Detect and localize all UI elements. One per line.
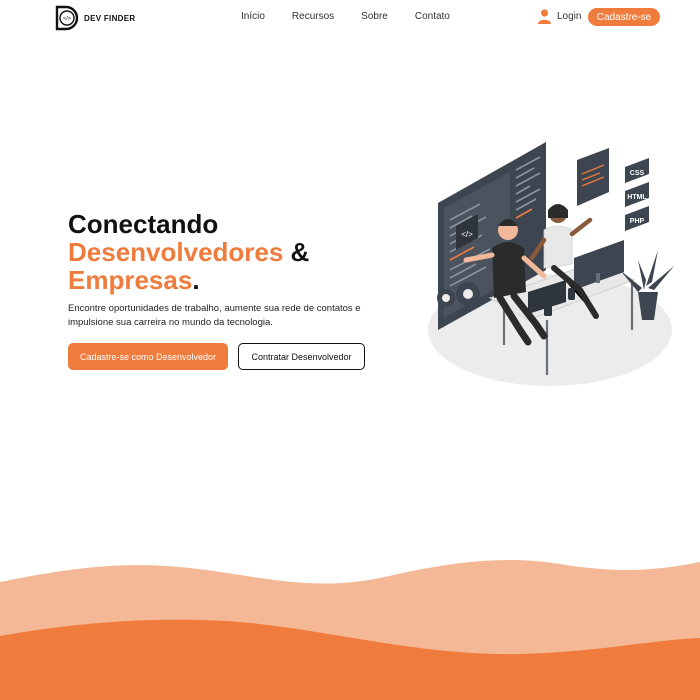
- hero-title-period: .: [192, 265, 200, 295]
- hero-title-line1: Conectando: [68, 209, 219, 239]
- mug: [544, 306, 552, 316]
- floating-screen: [577, 148, 609, 206]
- hero-title: Conectando Desenvolvedores & Empresas.: [68, 210, 418, 294]
- login-link[interactable]: Login: [538, 9, 581, 24]
- brand-name: DEV FINDER: [84, 13, 136, 23]
- hire-developer-button[interactable]: Contratar Desenvolvedor: [238, 343, 365, 370]
- user-icon: [538, 9, 551, 24]
- footer-waves: [0, 559, 700, 700]
- main-nav: Início Recursos Sobre Contato: [241, 11, 477, 22]
- nav-item-contato[interactable]: Contato: [415, 11, 450, 22]
- cta-row: Cadastre-se como Desenvolvedor Contratar…: [68, 343, 365, 370]
- hero-title-companies: Empresas: [68, 265, 193, 295]
- login-label: Login: [557, 11, 582, 22]
- logo[interactable]: </> DEV FINDER: [54, 4, 135, 32]
- header: </> DEV FINDER Início Recursos Sobre Con…: [0, 0, 700, 36]
- tag-css: CSS: [630, 170, 645, 177]
- tag-php: PHP: [630, 218, 645, 225]
- tag-html: HTML: [627, 194, 647, 201]
- nav-item-recursos[interactable]: Recursos: [292, 11, 334, 22]
- nav-item-sobre[interactable]: Sobre: [361, 11, 388, 22]
- hero-title-ampersand: &: [283, 237, 310, 267]
- developers-illustration: </> CSS HTML PHP: [428, 142, 674, 386]
- code-glyph: </>: [461, 230, 473, 239]
- signup-button[interactable]: Cadastre-se: [588, 8, 660, 26]
- logo-glyph: </>: [63, 16, 71, 22]
- hero-title-developers: Desenvolvedores: [68, 237, 284, 267]
- nav-item-inicio[interactable]: Início: [241, 11, 265, 22]
- signup-developer-button[interactable]: Cadastre-se como Desenvolvedor: [68, 343, 228, 370]
- hero-description: Encontre oportunidades de trabalho, aume…: [68, 303, 361, 328]
- hero-section: Conectando Desenvolvedores & Empresas. E…: [68, 210, 418, 329]
- logo-icon: </>: [55, 5, 79, 31]
- tech-tags: CSS HTML PHP: [625, 158, 649, 231]
